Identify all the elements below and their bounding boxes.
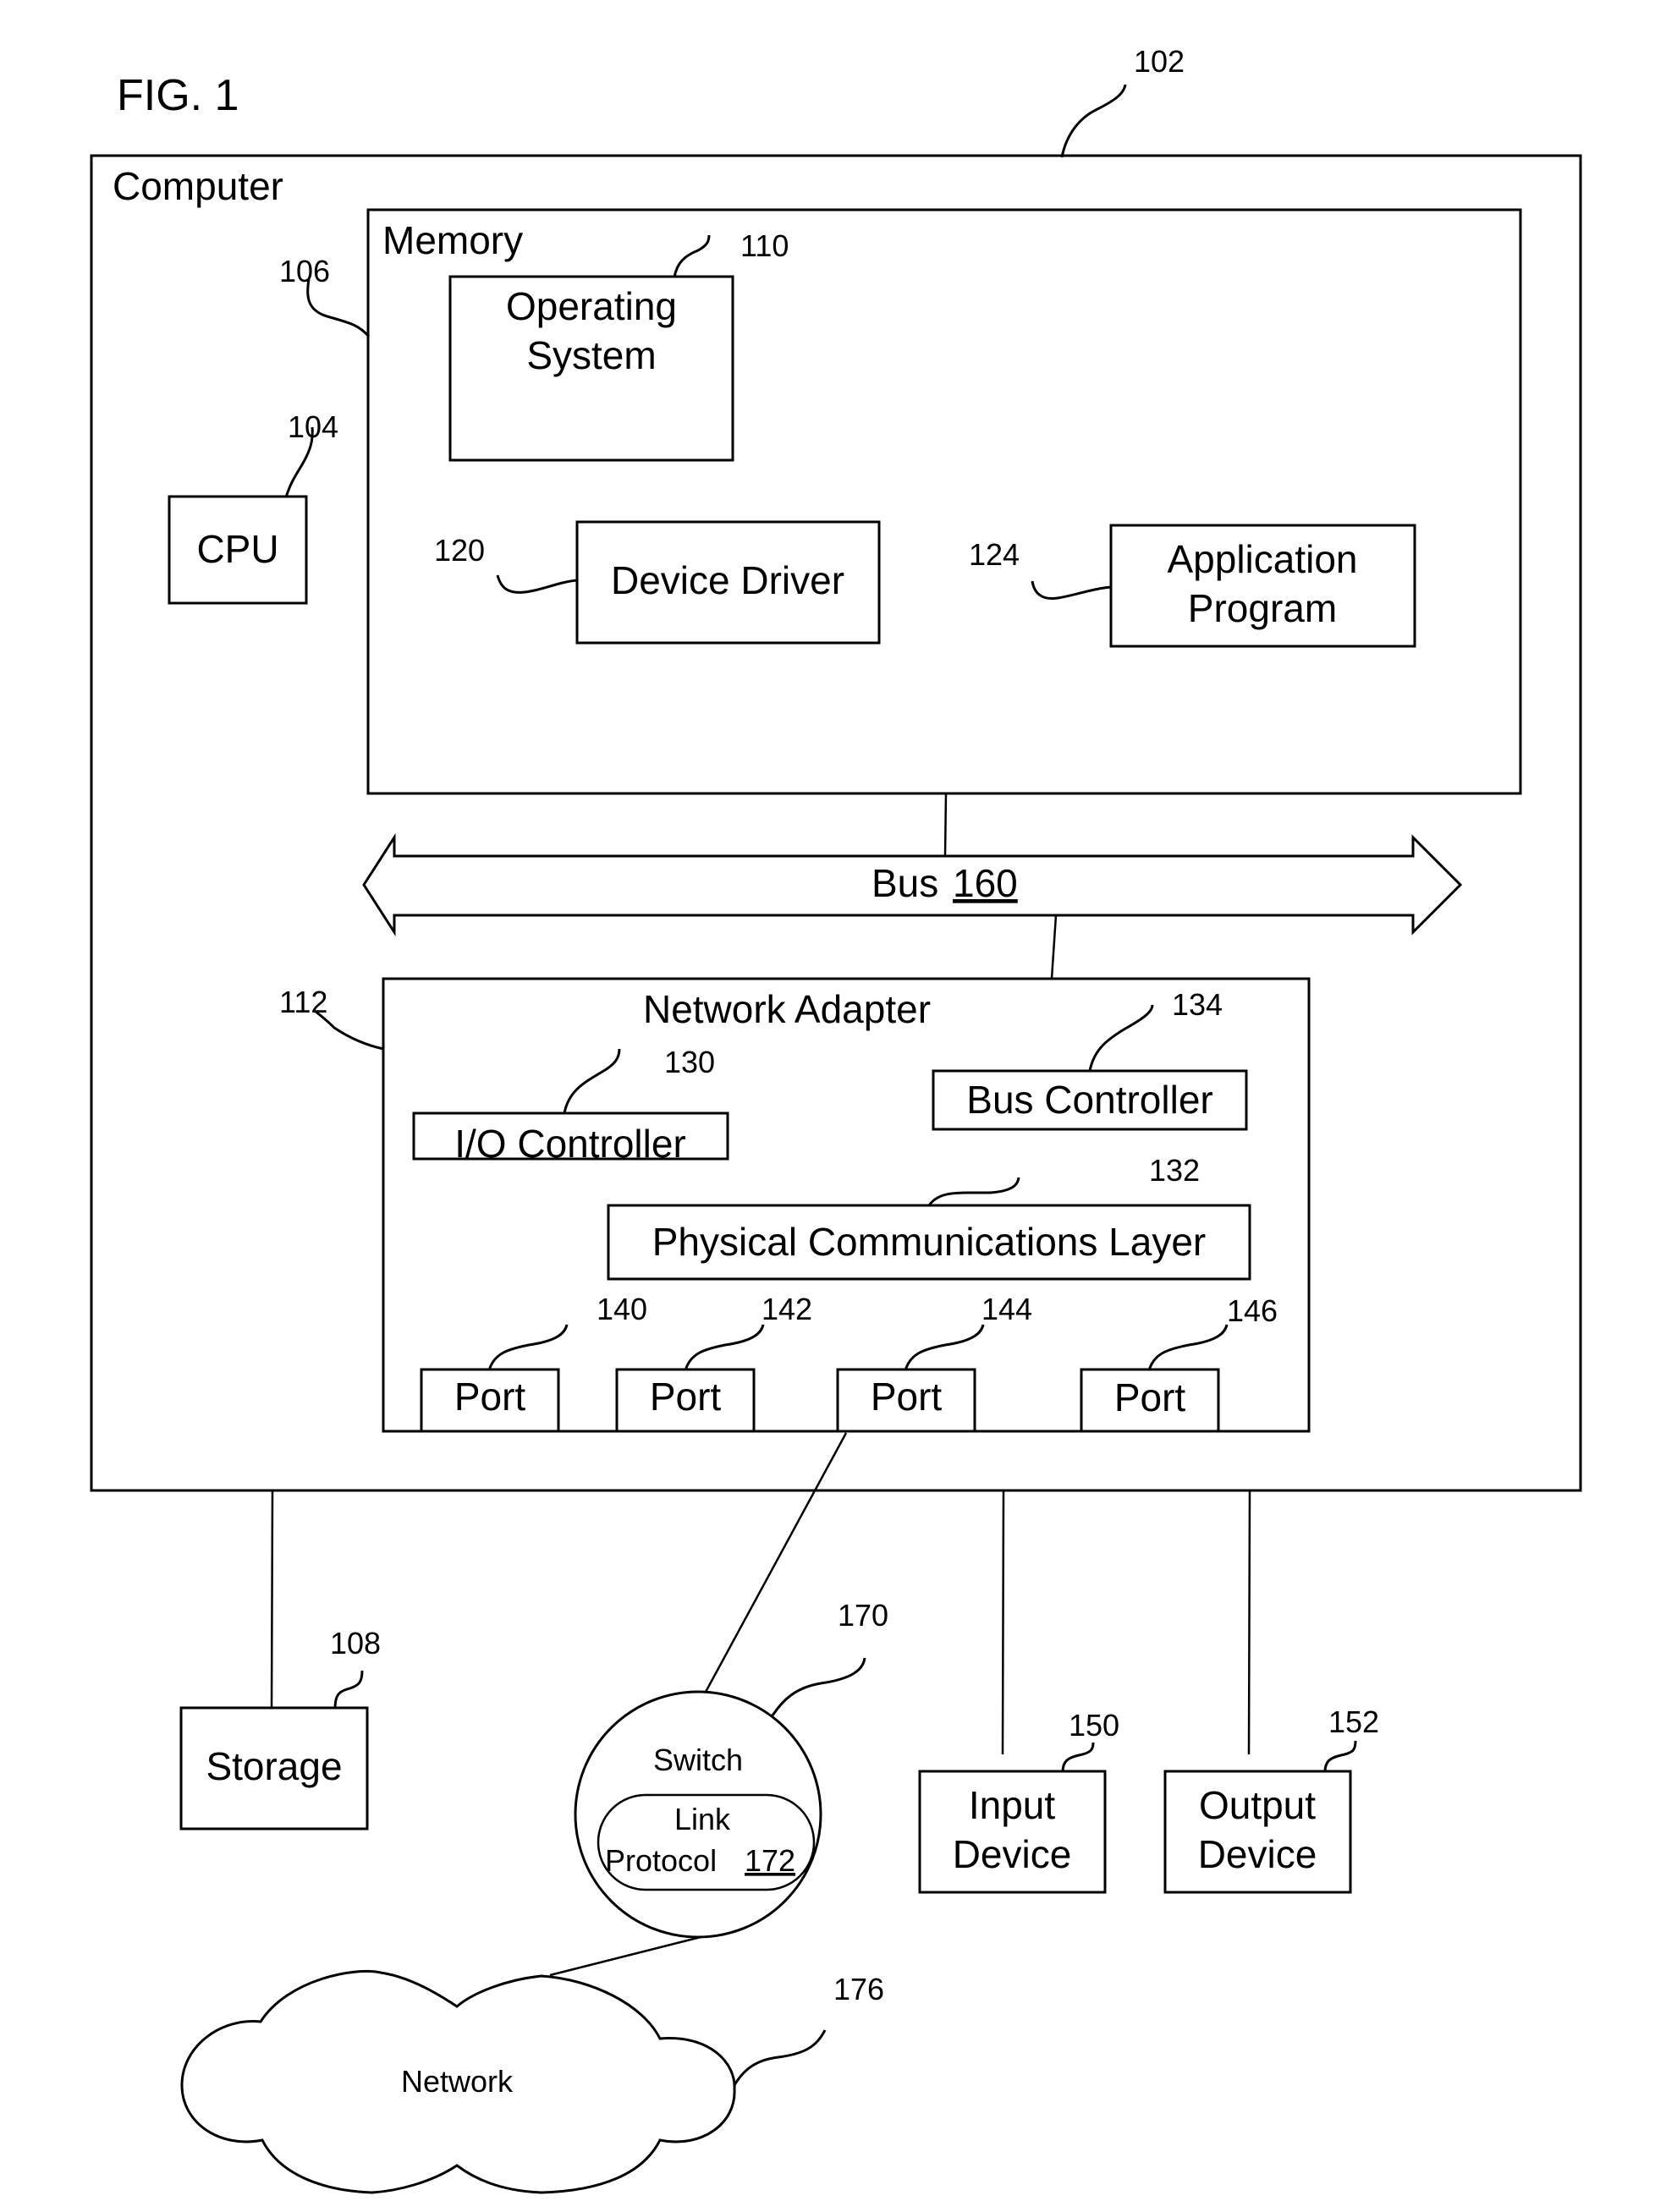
device-driver-label: Device Driver [611,558,844,602]
physical-layer-label: Physical Communications Layer [652,1220,1207,1264]
link-protocol-line2: Protocol [605,1843,717,1878]
output-device-ref: 152 [1328,1704,1379,1739]
switch-label: Switch [653,1743,743,1777]
operating-system-line1: Operating [506,284,677,328]
network-label: Network [401,2064,514,2099]
port-ref: 146 [1227,1293,1278,1328]
bus-controller-label: Bus Controller [966,1078,1212,1122]
output-device-line2: Device [1198,1832,1317,1876]
network-adapter-label: Network Adapter [643,987,931,1031]
memory-ref: 106 [279,254,330,288]
application-program-line1: Application [1167,537,1357,581]
port-label: Port [454,1375,526,1419]
storage-label: Storage [206,1744,342,1788]
link-protocol-ref: 172 [745,1843,795,1878]
application-program-ref: 124 [969,537,1020,572]
output-device: Output Device 152 [1163,1704,1379,1894]
input-device-ref: 150 [1069,1708,1119,1743]
input-device: Input Device 150 [918,1708,1119,1894]
switch-leader [771,1657,866,1716]
computer-leader [1060,84,1127,158]
switch: Switch 170 Link Protocol 172 [574,1598,888,1939]
link-protocol-text: Protocol [605,1843,717,1878]
figure-title: FIG. 1 [117,71,239,120]
io-controller-ref: 130 [664,1045,715,1079]
system-diagram: FIG. 1 Computer 102 Memory 106 Operating… [90,44,1582,2194]
bus-label: Bus [871,861,938,905]
network-ref: 176 [833,1972,884,2006]
switch-ref: 170 [838,1598,888,1633]
storage: Storage 108 [179,1626,381,1831]
device-driver-ref: 120 [434,533,485,568]
storage-leader [333,1670,364,1710]
physical-layer-ref: 132 [1149,1153,1200,1188]
port-ref: 144 [981,1292,1032,1326]
computer-ref: 102 [1134,44,1185,79]
port-label: Port [871,1375,943,1419]
memory-bus-connector [943,793,948,857]
input-device-line2: Device [953,1832,1072,1876]
operating-system-ref: 110 [740,228,789,263]
application-program-line2: Program [1188,586,1337,630]
output-device-line1: Output [1199,1783,1316,1827]
port-label: Port [650,1375,722,1419]
output-device-leader [1323,1740,1357,1773]
bus-ref: 160 [953,861,1018,905]
link-protocol-line1: Link [674,1802,731,1836]
input-device-leader [1061,1742,1095,1773]
operating-system-line2: System [526,333,656,377]
network-adapter-ref: 112 [279,985,327,1019]
cpu-ref: 104 [288,409,338,444]
network: Network 176 [180,1969,884,2194]
memory-label: Memory [382,218,523,262]
port-label: Port [1114,1375,1186,1419]
bus-label-text: Bus [871,861,938,905]
switch-network-connector [549,1935,701,1977]
port-ref: 140 [597,1292,647,1326]
input-device-line1: Input [969,1783,1056,1827]
storage-ref: 108 [330,1626,381,1660]
bus-controller-ref: 134 [1172,987,1223,1022]
network-leader [733,2029,827,2086]
port-ref: 142 [762,1292,812,1326]
cpu-label: CPU [196,527,278,571]
output-device-connector [1247,1490,1251,1755]
io-controller-label: I/O Controller [454,1122,686,1166]
computer-label: Computer [113,164,283,208]
